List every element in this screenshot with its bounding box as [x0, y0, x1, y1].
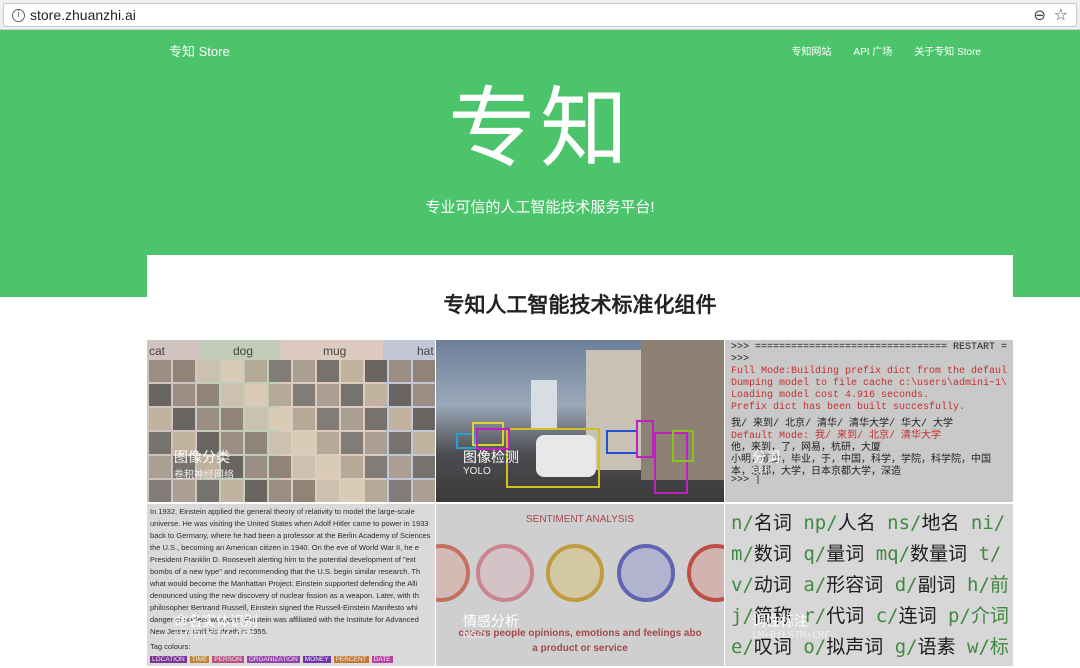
tile-sublabel: YOLO [463, 466, 491, 477]
top-nav: 专知网站 API 广场 关于专知 Store [791, 43, 981, 58]
tile-label: 图像分类 [174, 449, 230, 465]
console-line: Dumping model to file cache c:\users\adm… [731, 378, 1008, 389]
address-bar[interactable]: i store.zhuanzhi.ai ⊖ ☆ [3, 3, 1077, 27]
console-line: Prefix dict has been built succesfully. [731, 402, 966, 413]
console-line: >>> [731, 354, 750, 365]
tile-image-classification[interactable]: cat dog mug hat 图像分类 卷积神经网络 [147, 340, 435, 502]
tile-label: 词性标注 [752, 614, 808, 630]
tile-named-entity-recognition[interactable]: In 1932, Einstein applied the general th… [147, 504, 435, 666]
browser-toolbar: i store.zhuanzhi.ai ⊖ ☆ [0, 0, 1080, 30]
tile-image-detection[interactable]: 图像检测 YOLO [436, 340, 724, 502]
bookmark-star-icon[interactable]: ☆ [1054, 5, 1068, 24]
tile-sublabel: CRF [752, 466, 771, 477]
section-title: 专知人工智能技术标准化组件 [443, 294, 717, 317]
nav-link-about[interactable]: 关于专知 Store [914, 43, 981, 58]
tile-sentiment-analysis[interactable]: SENTIMENT ANALYSIS covers people opinion… [436, 504, 724, 666]
hero-title: 专知 [447, 77, 632, 180]
component-grid: cat dog mug hat 图像分类 卷积神经网络 图像检测 YOLO >>… [147, 340, 1013, 668]
nav-link-zhuanzhi-site[interactable]: 专知网站 [791, 43, 831, 58]
tile-sublabel: LM+BiLSTM+CRF [174, 630, 256, 641]
tile-label: 情感分析 [463, 613, 519, 629]
components-card: 专知人工智能技术标准化组件 cat dog mug hat 图像分类 卷积神经网… [147, 255, 1013, 668]
tile-sublabel: LM+BiLSTM+CRF [752, 630, 831, 641]
tile-word-segmentation[interactable]: >>> ================================ RES… [725, 340, 1013, 502]
tile-sublabel: 卷积神经网络 [174, 470, 234, 481]
nav-link-api-market[interactable]: API 广场 [853, 43, 892, 58]
tile-sublabel: NSC [463, 630, 485, 641]
console-line: >>> ================================ RES… [731, 342, 1008, 353]
console-line: Loading model cost 4.916 seconds. [731, 390, 930, 401]
info-icon[interactable]: i [12, 9, 25, 22]
console-line: Full Mode:Building prefix dict from the … [731, 366, 1008, 377]
building [531, 380, 557, 430]
url-text[interactable]: store.zhuanzhi.ai [30, 7, 136, 23]
tile-label: 图像检测 [463, 449, 519, 465]
tile-pos-tagging[interactable]: n/名词 np/人名 ns/地名 ni/m/数词 q/量词 mq/数量词 t/v… [725, 504, 1013, 666]
tile-label: 分词 [752, 451, 780, 467]
tile-label: 命名实体识别 [174, 613, 258, 629]
hero-subtitle: 专业可信的人工智能技术服务平台! [425, 199, 655, 216]
zoom-icon[interactable]: ⊖ [1033, 6, 1046, 24]
